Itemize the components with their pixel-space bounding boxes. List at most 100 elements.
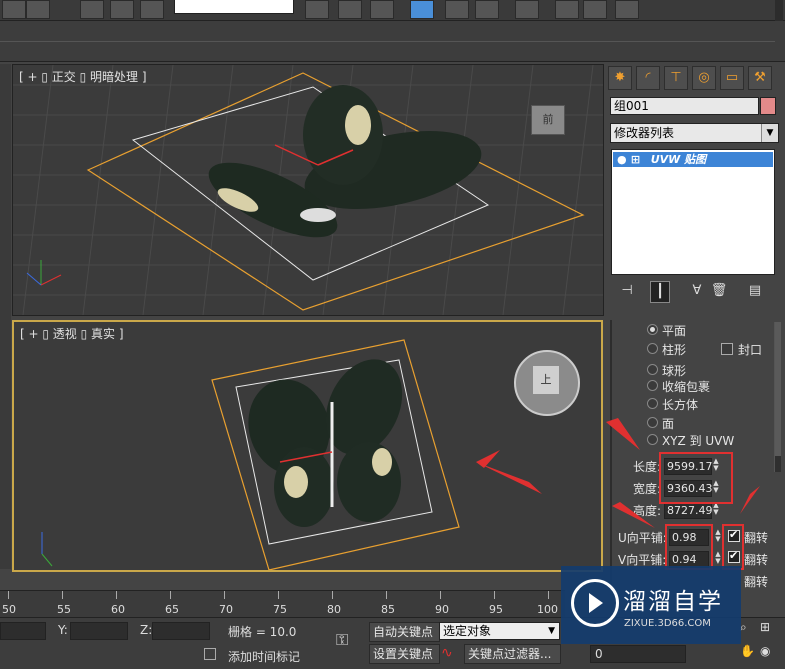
make-unique-icon[interactable]: ∀ [688, 281, 706, 301]
viewcube-ring-icon[interactable]: 上 [514, 350, 580, 416]
render-production-icon[interactable] [615, 0, 639, 19]
cap-checkbox[interactable] [721, 343, 733, 355]
viewcube-face-label: 前 [542, 113, 554, 126]
play-logo-icon [571, 579, 619, 627]
perspective-viewport-label[interactable]: [ + ▯ 透视 ▯ 真实 ] [20, 325, 124, 342]
snap-percent-icon[interactable] [80, 0, 104, 19]
rendered-frame-icon[interactable] [555, 0, 579, 19]
timeline-tick-label: 100 [537, 603, 558, 616]
key-icon[interactable]: ⚿ [336, 630, 348, 650]
modify-tab-icon[interactable]: ◜ [636, 66, 660, 90]
mapping-label-cylindrical: 柱形 [662, 343, 687, 357]
main-toolbar [0, 0, 785, 50]
timeline[interactable]: 50 55 60 65 70 75 80 85 90 95 100 [0, 590, 565, 617]
named-selection-icon[interactable] [140, 0, 164, 19]
pan-icon[interactable]: ✋ [740, 644, 755, 658]
mapping-radio-planar[interactable] [647, 324, 658, 335]
create-tab-icon[interactable]: ✸ [608, 66, 632, 90]
top-viewport-scene [13, 65, 603, 315]
timeline-tick-label: 90 [435, 603, 449, 616]
material-editor-icon[interactable] [475, 0, 499, 19]
y-coordinate-field[interactable] [70, 622, 128, 640]
perspective-viewport-scene [41, 339, 542, 570]
timeline-tick-label: 85 [381, 603, 395, 616]
mapping-radio-spherical[interactable] [647, 364, 658, 375]
key-filters-button[interactable]: 关键点过滤器... [464, 644, 561, 664]
render-setup-icon[interactable] [515, 0, 539, 19]
time-tag-checkbox[interactable] [204, 648, 216, 660]
modifier-stack[interactable]: ● ⊞ UVW 贴图 [611, 149, 775, 275]
current-frame-field[interactable]: 0 [590, 645, 686, 663]
align-icon[interactable] [338, 0, 362, 19]
selection-set-dropdown[interactable]: 选定对象 ▼ [439, 622, 560, 640]
top-viewport-label[interactable]: [ + ▯ 正交 ▯ 明暗处理 ] [19, 68, 147, 85]
mapping-radio-shrink-wrap[interactable] [647, 380, 658, 391]
axis-gizmo-icon [41, 532, 53, 567]
utilities-tab-icon[interactable]: ⚒ [748, 66, 772, 90]
mirror-icon[interactable] [305, 0, 329, 19]
mapping-label-spherical: 球形 [662, 364, 687, 378]
mapping-radio-cylindrical[interactable] [647, 343, 658, 354]
chevron-down-icon[interactable]: ▼ [548, 623, 555, 639]
timeline-tick-label: 65 [165, 603, 179, 616]
cap-label: 封口 [738, 343, 763, 357]
chevron-down-icon[interactable]: ▼ [761, 124, 778, 142]
timeline-tick-label: 75 [273, 603, 287, 616]
axis-gizmo-icon [26, 260, 62, 286]
object-name-field[interactable]: 组001 [610, 97, 759, 115]
scrollbar-thumb[interactable] [775, 322, 781, 456]
pin-stack-icon[interactable]: ⊣ [618, 281, 636, 301]
v-tile-spinner-arrows-icon[interactable]: ▲ ▼ [714, 551, 722, 566]
named-selection-combo[interactable] [174, 0, 294, 14]
mapping-label-shrink-wrap: 收缩包裹 [662, 380, 711, 394]
schematic-icon[interactable] [445, 0, 469, 19]
timeline-tick-label: 95 [489, 603, 503, 616]
object-color-swatch[interactable] [760, 97, 776, 115]
layer-icon[interactable] [370, 0, 394, 19]
display-tab-icon[interactable]: ▭ [720, 66, 744, 90]
expand-icon[interactable]: ⊞ [631, 152, 641, 167]
z-coordinate-label: Z: [140, 623, 153, 637]
orbit-icon[interactable]: ◉ [760, 644, 770, 658]
lightbulb-icon[interactable]: ● [617, 152, 627, 167]
v-flip-label: 翻转 [744, 553, 769, 567]
timeline-tick-label: 80 [327, 603, 341, 616]
modifier-list-label: 修改器列表 [614, 126, 675, 140]
mapping-radio-box[interactable] [647, 398, 658, 409]
render-icon[interactable] [583, 0, 607, 19]
snap-spinner-icon[interactable] [110, 0, 134, 19]
y-coordinate-label: Y: [58, 623, 68, 637]
set-key-button[interactable]: 设置关键点 [369, 644, 440, 664]
perspective-viewport[interactable]: [ + ▯ 透视 ▯ 真实 ] 上 [12, 320, 603, 572]
top-viewport[interactable]: [ + ▯ 正交 ▯ 明暗处理 ] 前 [12, 64, 604, 316]
rollout-scrollbar[interactable] [774, 322, 781, 472]
remove-modifier-icon[interactable]: 🗑 [710, 281, 728, 301]
w-flip-label: 翻转 [744, 575, 769, 589]
configure-sets-icon[interactable]: ▤ [746, 281, 764, 301]
snap-2d-icon[interactable] [2, 0, 26, 19]
z-coordinate-field[interactable] [152, 622, 210, 640]
mapping-label-planar: 平面 [662, 324, 687, 338]
zoom-all-icon[interactable]: ⊞ [760, 620, 770, 634]
grid-size-label: 栅格 = 10.0 [228, 625, 297, 639]
modifier-list-dropdown[interactable]: 修改器列表 ▼ [610, 123, 779, 143]
curve-editor-icon[interactable] [410, 0, 434, 19]
watermark-title: 溜溜自学 [623, 589, 723, 615]
stack-item-uvw-map[interactable]: ● ⊞ UVW 贴图 [613, 152, 773, 167]
timeline-tick-label: 55 [57, 603, 71, 616]
hierarchy-tab-icon[interactable]: ⊤ [664, 66, 688, 90]
left-edge [0, 64, 11, 569]
timeline-tick-label: 60 [111, 603, 125, 616]
viewcube-icon[interactable]: 前 [531, 105, 565, 135]
key-filter-curve-icon[interactable]: ∿ [441, 645, 453, 661]
auto-key-button[interactable]: 自动关键点 [369, 622, 440, 642]
add-time-tag-label[interactable]: 添加时间标记 [228, 648, 300, 665]
zoom-icon[interactable]: ⌕ [740, 620, 747, 635]
x-coordinate-field[interactable] [0, 622, 46, 640]
timeline-tick-label: 50 [2, 603, 16, 616]
viewport-nav-controls[interactable]: ⌕ ⊞ ✋ ◉ [740, 620, 780, 664]
show-end-result-icon[interactable]: ┃ [650, 281, 670, 303]
snap-angle-icon[interactable] [26, 0, 50, 19]
stack-item-label: UVW 贴图 [650, 153, 707, 166]
motion-tab-icon[interactable]: ◎ [692, 66, 716, 90]
